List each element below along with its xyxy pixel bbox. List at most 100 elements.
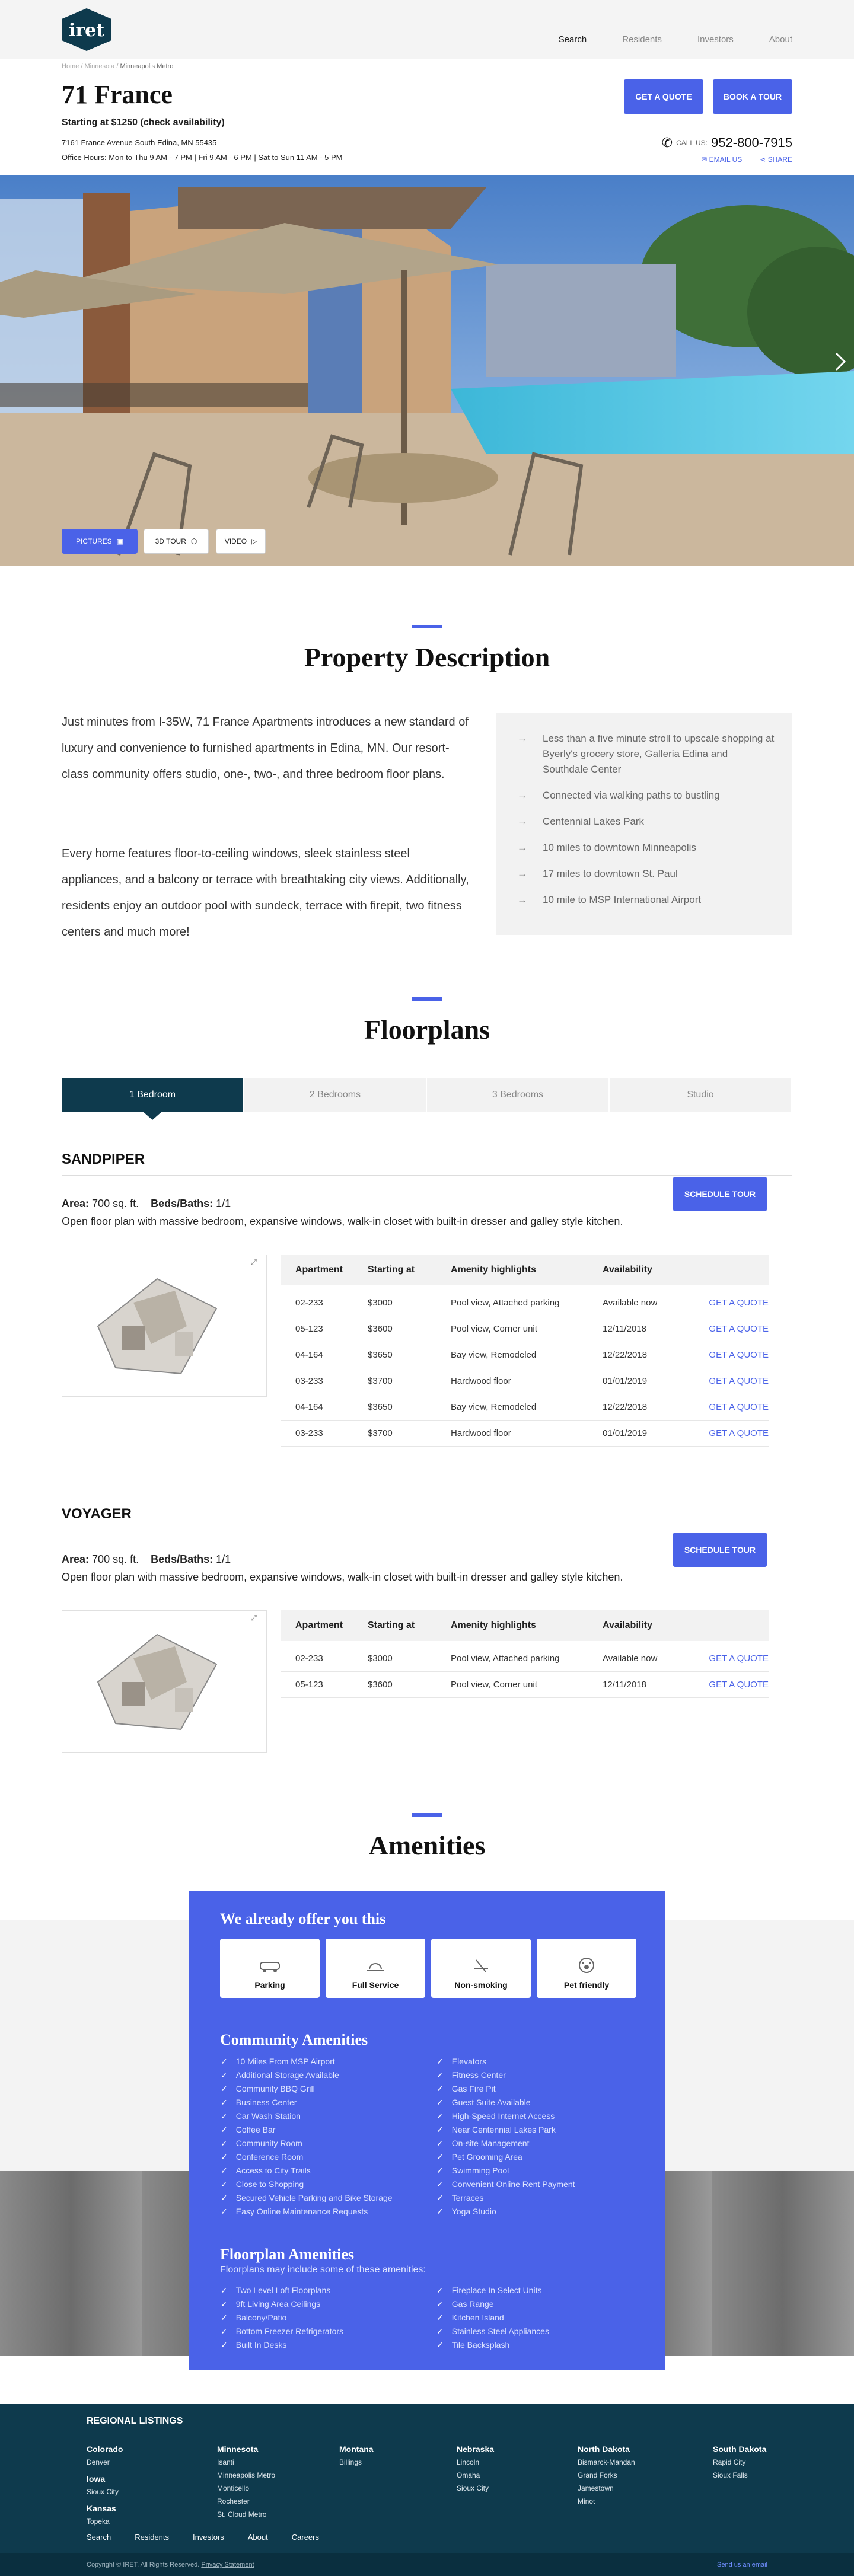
city-link[interactable]: Denver (87, 2456, 123, 2469)
service-bell-icon (367, 1963, 384, 1971)
amenity-item: High-Speed Internet Access (436, 2109, 575, 2123)
cell-apartment: 02-233 (295, 1298, 323, 1308)
office-hours: Office Hours: Mon to Thu 9 AM - 7 PM | F… (62, 153, 343, 162)
footer-nav-residents[interactable]: Residents (135, 2533, 169, 2542)
pictures-button[interactable]: PICTURES ▣ (62, 529, 138, 554)
cell-price: $3650 (368, 1402, 393, 1412)
property-address: 7161 France Avenue South Edina, MN 55435 (62, 138, 217, 147)
phone-icon: ✆ (661, 135, 673, 150)
city-link[interactable]: Monticello (217, 2482, 275, 2495)
privacy-link[interactable]: Privacy Statement (201, 2561, 254, 2568)
crumb-state[interactable]: Minnesota (85, 63, 115, 70)
city-link[interactable]: St. Cloud Metro (217, 2508, 275, 2521)
nav-search[interactable]: Search (559, 34, 587, 44)
city-link[interactable]: Rochester (217, 2495, 275, 2508)
regional-listings-title: REGIONAL LISTINGS (87, 2416, 183, 2426)
state-link[interactable]: Iowa (87, 2472, 123, 2485)
community-amenities-left: 10 Miles From MSP AirportAdditional Stor… (221, 2055, 393, 2219)
city-link[interactable]: Lincoln (457, 2456, 494, 2469)
phone-number[interactable]: 952-800-7915 (711, 135, 792, 151)
schedule-tour-button[interactable]: SCHEDULE TOUR (673, 1533, 767, 1567)
state-link[interactable]: North Dakota (578, 2443, 635, 2456)
nav-about[interactable]: About (769, 34, 792, 44)
state-link[interactable]: Colorado (87, 2443, 123, 2456)
email-us-link[interactable]: ✉ EMAIL US (701, 155, 742, 164)
tab-studio[interactable]: Studio (610, 1078, 792, 1112)
amenity-item: Community BBQ Grill (221, 2082, 393, 2096)
amenity-item: Business Center (221, 2096, 393, 2109)
fp-amenities-right: Fireplace In Select UnitsGas RangeKitche… (436, 2284, 549, 2352)
paw-icon (579, 1958, 594, 1973)
section-accent-bar (412, 625, 442, 628)
crumb-home[interactable]: Home (62, 63, 79, 70)
city-link[interactable]: Sioux City (457, 2482, 494, 2495)
offer-parking: Parking (220, 1939, 320, 1998)
beds-label: Beds/Baths: (151, 1198, 214, 1209)
amenity-item: Swimming Pool (436, 2164, 575, 2178)
get-quote-link[interactable]: GET A QUOTE (703, 1376, 769, 1386)
get-quote-link[interactable]: GET A QUOTE (703, 1428, 769, 1438)
city-link[interactable]: Isanti (217, 2456, 275, 2469)
get-quote-link[interactable]: GET A QUOTE (703, 1350, 769, 1360)
offer-label: Non-smoking (454, 1980, 508, 1990)
highlights-box: → Less than a five minute stroll to upsca… (496, 713, 792, 935)
hero-gallery[interactable] (0, 175, 854, 566)
footer-nav-search[interactable]: Search (87, 2533, 111, 2542)
get-quote-link[interactable]: GET A QUOTE (703, 1298, 769, 1308)
call-us[interactable]: ✆ CALL US: 952-800-7915 (662, 135, 792, 151)
floorplan-image[interactable]: ⤢ (62, 1610, 267, 1753)
cell-availability: 01/01/2019 (603, 1376, 648, 1386)
schedule-tour-button[interactable]: SCHEDULE TOUR (673, 1177, 767, 1211)
state-link[interactable]: Nebraska (457, 2443, 494, 2456)
floorplan-image[interactable]: ⤢ (62, 1255, 267, 1397)
send-email-link[interactable]: Send us an email (717, 2561, 767, 2568)
section-accent-bar (412, 1813, 442, 1817)
tab-3-bedrooms[interactable]: 3 Bedrooms (427, 1078, 610, 1112)
cell-amenity: Pool view, Attached parking (451, 1654, 560, 1664)
cell-apartment: 05-123 (295, 1680, 323, 1690)
tab-1-bedroom[interactable]: 1 Bedroom (62, 1078, 244, 1120)
state-link[interactable]: Kansas (87, 2502, 123, 2515)
site-footer: REGIONAL LISTINGS Colorado Denver Iowa Sio… (0, 2404, 854, 2576)
state-link[interactable]: South Dakota (713, 2443, 766, 2456)
tab-2-bedrooms[interactable]: 2 Bedrooms (244, 1078, 427, 1112)
amenity-item: Stainless Steel Appliances (436, 2325, 549, 2338)
nav-residents[interactable]: Residents (622, 34, 662, 44)
state-link[interactable]: Minnesota (217, 2443, 275, 2456)
city-link[interactable]: Sioux City (87, 2485, 123, 2498)
starting-price[interactable]: Starting at $1250 (check availability) (62, 117, 225, 128)
community-amenities-right: ElevatorsFitness CenterGas Fire PitGuest… (436, 2055, 575, 2219)
get-quote-link[interactable]: GET A QUOTE (703, 1680, 769, 1690)
iret-logo[interactable]: iret (62, 8, 111, 51)
offer-full-service: Full Service (326, 1939, 425, 1998)
footer-nav-about[interactable]: About (248, 2533, 268, 2542)
city-link[interactable]: Rapid City (713, 2456, 766, 2469)
city-link[interactable]: Billings (339, 2456, 374, 2469)
amenity-item: 9ft Living Area Ceilings (221, 2297, 343, 2311)
city-link[interactable]: Topeka (87, 2515, 123, 2528)
amenity-item: Terraces (436, 2191, 575, 2205)
nav-investors[interactable]: Investors (697, 34, 734, 44)
expand-icon[interactable]: ⤢ (251, 1613, 257, 1622)
footer-nav-careers[interactable]: Careers (292, 2533, 319, 2542)
3d-tour-button[interactable]: 3D TOUR ⬡ (144, 529, 209, 554)
get-quote-button[interactable]: GET A QUOTE (624, 79, 703, 114)
city-link[interactable]: Minot (578, 2495, 635, 2508)
city-link[interactable]: Bismarck-Mandan (578, 2456, 635, 2469)
table-row: 02-233 $3000 Pool view, Attached parking Av… (281, 1646, 769, 1672)
city-link[interactable]: Minneapolis Metro (217, 2469, 275, 2482)
book-tour-button[interactable]: BOOK A TOUR (713, 79, 792, 114)
city-link[interactable]: Grand Forks (578, 2469, 635, 2482)
get-quote-link[interactable]: GET A QUOTE (703, 1402, 769, 1412)
video-button[interactable]: VIDEO ▷ (216, 529, 266, 554)
city-link[interactable]: Sioux Falls (713, 2469, 766, 2482)
footer-nav-investors[interactable]: Investors (193, 2533, 224, 2542)
city-link[interactable]: Omaha (457, 2469, 494, 2482)
city-link[interactable]: Jamestown (578, 2482, 635, 2495)
share-link[interactable]: ⋖ SHARE (760, 155, 792, 164)
state-link[interactable]: Montana (339, 2443, 374, 2456)
area-label: Area: (62, 1198, 90, 1209)
expand-icon[interactable]: ⤢ (251, 1257, 257, 1266)
get-quote-link[interactable]: GET A QUOTE (703, 1654, 769, 1664)
get-quote-link[interactable]: GET A QUOTE (703, 1324, 769, 1334)
